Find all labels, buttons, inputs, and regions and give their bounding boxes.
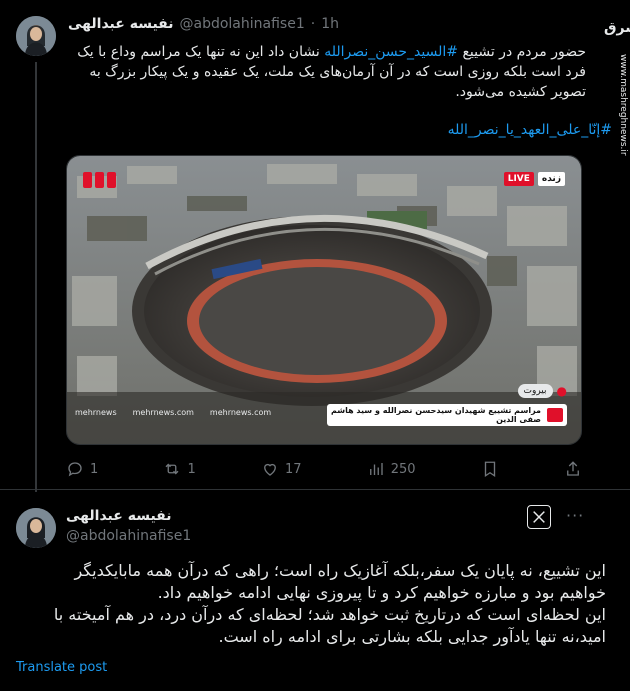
tweet-2-line-4: امید،نه تنها یادآور جدایی بلکه بشارتی بر… <box>218 627 606 646</box>
share-icon <box>567 461 579 476</box>
live-badge: LIVE زنده <box>503 172 565 186</box>
view-count: 250 <box>390 461 416 477</box>
tweet-1-text: حضور مردم در تشییع #السید_حسن_نصرالله نش… <box>66 42 586 102</box>
x-logo-button[interactable] <box>527 505 551 529</box>
tweet-2-text: این تشییع، نه پایان یک سفر،بلکه آغازیک ر… <box>16 560 606 648</box>
more-options-button[interactable]: ··· <box>566 506 584 525</box>
reply-icon <box>68 462 82 477</box>
reply-count: 1 <box>90 461 99 477</box>
tweet-2-line-1: این تشییع، نه پایان یک سفر،بلکه آغازیک ر… <box>74 561 606 580</box>
live-label: LIVE <box>503 172 534 186</box>
caption-logo-icon <box>547 408 563 422</box>
tweet-media-image[interactable]: LIVE زنده بیروت ● مراسم تشییع شهیدان سید… <box>66 155 582 445</box>
hashtag-ahd[interactable]: #إنّا_علی_العهد_یا_نصر_الله <box>448 122 612 138</box>
retweet-icon <box>166 463 179 475</box>
thread-connector <box>35 62 37 492</box>
author-avatar-2[interactable] <box>16 508 56 548</box>
tweet-2-line-2: خواهیم بود و مبارزه خواهیم کرد و تا پیرو… <box>157 583 606 602</box>
ticker: mehrnews mehrnews.com mehrnews.com <box>75 408 271 417</box>
author-handle[interactable]: @abdolahinafise1 <box>180 16 305 32</box>
tweet-1-header: نفیسه عبدالهی @abdolahinafise1 · 1h <box>68 16 339 32</box>
text-before: حضور مردم در تشییع <box>458 44 586 60</box>
separator-dot: · <box>310 16 316 32</box>
ticker-site-2: mehrnews.com <box>209 408 272 417</box>
author-avatar[interactable] <box>16 16 56 56</box>
views-button[interactable]: 250 <box>367 460 416 478</box>
x-logo-icon <box>533 511 545 523</box>
lower-third: بیروت ● مراسم تشییع شهیدان سیدحسن نصرالل… <box>67 384 581 426</box>
location-label: بیروت <box>517 384 553 398</box>
watermark-url: www.mashreghnews.ir <box>618 54 628 156</box>
author-handle-2[interactable]: @abdolahinafise1 <box>66 528 191 544</box>
retweet-count: 1 <box>187 461 196 477</box>
caption-bar: مراسم تشییع شهیدان سیدحسن نصرالله و سید … <box>327 404 567 426</box>
retweet-button[interactable]: 1 <box>163 460 196 478</box>
views-icon <box>369 463 383 475</box>
like-count: 17 <box>284 461 302 477</box>
reply-button[interactable]: 1 <box>66 460 98 478</box>
mashregh-watermark: مشرق www.mashreghnews.ir <box>594 14 630 164</box>
tweet-time[interactable]: 1h <box>321 16 339 32</box>
tweet-1-actions: 1 1 17 250 <box>66 460 582 478</box>
translate-post-link[interactable]: Translate post <box>16 660 107 675</box>
watermark-brand: مشرق <box>604 20 630 36</box>
bookmark-button[interactable] <box>481 460 499 478</box>
author-name-2[interactable]: نفیسه عبدالهی <box>66 508 172 524</box>
like-button[interactable]: 17 <box>261 460 302 478</box>
author-name[interactable]: نفیسه عبدالهی <box>68 16 174 32</box>
location-pin-icon: ● <box>556 384 567 398</box>
live-label-fa: زنده <box>537 172 565 186</box>
tweet-1: نفیسه عبدالهی @abdolahinafise1 · 1h مشرق… <box>0 0 630 492</box>
location-tag: بیروت ● <box>517 384 567 398</box>
tweet-2-line-3: این لحظه‌ای است که درتاریخ ثبت خواهد شد؛… <box>53 605 606 624</box>
caption-text: مراسم تشییع شهیدان سیدحسن نصرالله و سید … <box>330 406 541 424</box>
ticker-site-1: mehrnews.com <box>132 408 194 417</box>
share-button[interactable] <box>564 460 582 478</box>
ticker-brand-1: mehrnews <box>75 408 117 417</box>
channel-logo-icon <box>83 172 116 188</box>
bookmark-icon <box>484 461 495 478</box>
hashtag-nasrallah[interactable]: #السید_حسن_نصرالله <box>324 44 458 60</box>
heart-icon <box>264 463 276 476</box>
